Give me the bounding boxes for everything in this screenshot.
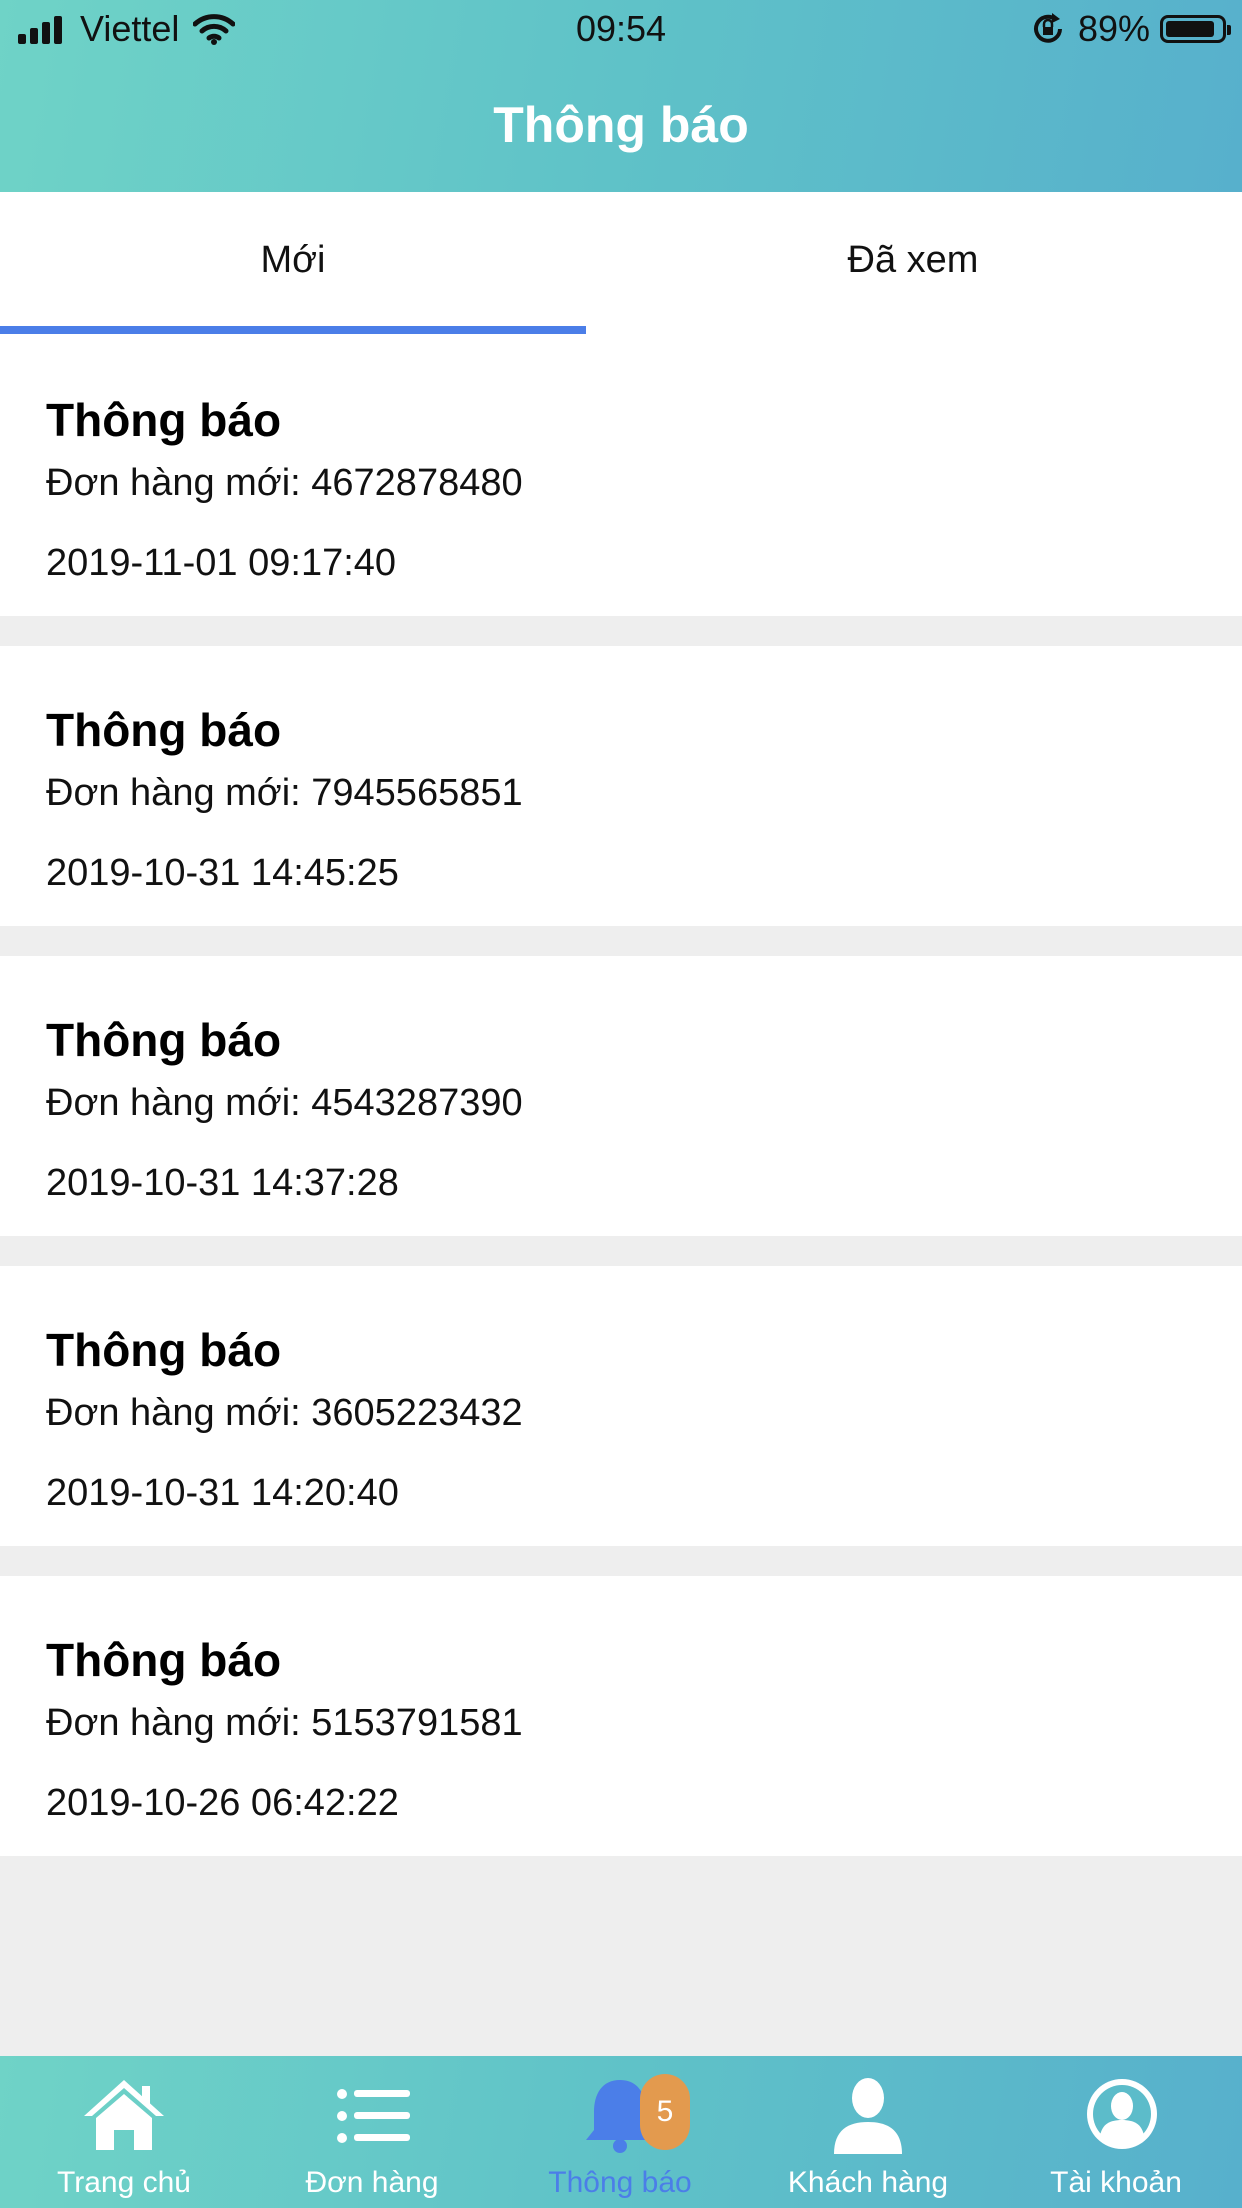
notification-time: 2019-11-01 09:17:40 <box>46 542 397 584</box>
app-header: Viettel 09:54 89% Thông báo <box>0 0 1242 192</box>
tab-bar-notifications[interactable]: Thông báo <box>496 2056 744 2208</box>
active-tab-indicator <box>0 326 586 334</box>
tab-bar-label: Thông báo <box>548 2166 692 2199</box>
notification-item[interactable]: Thông báo Đơn hàng mới: 7945565851 2019-… <box>0 646 1242 926</box>
notification-title: Thông báo <box>46 704 282 756</box>
notification-message: Đơn hàng mới: 4672878480 <box>46 462 523 504</box>
bottom-tab-bar: Trang chủ Đơn hàng Thông báo Khách hàng … <box>0 2056 1242 2208</box>
person-icon <box>834 2078 902 2154</box>
tab-bar-account[interactable]: Tài khoản <box>992 2056 1240 2208</box>
tab-new[interactable]: Mới <box>0 192 586 336</box>
notification-title: Thông báo <box>46 1324 282 1376</box>
notification-title: Thông báo <box>46 1634 282 1686</box>
status-bar: Viettel 09:54 89% <box>0 0 1242 60</box>
notification-message: Đơn hàng mới: 4543287390 <box>46 1082 523 1124</box>
account-icon <box>1087 2079 1157 2149</box>
page-title: Thông báo <box>493 97 749 153</box>
notification-title: Thông báo <box>46 394 282 446</box>
list-icon <box>337 2089 410 2143</box>
tab-seen[interactable]: Đã xem <box>620 192 1206 336</box>
notification-item[interactable]: Thông báo Đơn hàng mới: 3605223432 2019-… <box>0 1266 1242 1546</box>
bell-icon <box>586 2080 654 2153</box>
notification-count-badge: 5 <box>640 2074 690 2150</box>
notification-message: Đơn hàng mới: 7945565851 <box>46 772 523 814</box>
notification-item[interactable]: Thông báo Đơn hàng mới: 4672878480 2019-… <box>0 336 1242 616</box>
notification-message: Đơn hàng mới: 3605223432 <box>46 1392 523 1434</box>
tab-bar-home[interactable]: Trang chủ <box>0 2056 248 2208</box>
tab-bar-orders[interactable]: Đơn hàng <box>248 2056 496 2208</box>
tab-bar-label: Tài khoản <box>1050 2166 1182 2199</box>
notification-time: 2019-10-26 06:42:22 <box>46 1782 399 1824</box>
tab-bar-label: Khách hàng <box>787 2166 949 2199</box>
orientation-lock-icon <box>1034 13 1062 43</box>
notification-time: 2019-10-31 14:20:40 <box>46 1472 399 1514</box>
tab-strip: Mới Đã xem <box>0 192 1242 336</box>
notification-time: 2019-10-31 14:45:25 <box>46 852 399 894</box>
notification-time: 2019-10-31 14:37:28 <box>46 1162 399 1204</box>
battery-icon <box>1160 15 1231 43</box>
notification-item[interactable]: Thông báo Đơn hàng mới: 4543287390 2019-… <box>0 956 1242 1236</box>
tab-bar-label: Trang chủ <box>57 2166 191 2199</box>
notification-item[interactable]: Thông báo Đơn hàng mới: 5153791581 2019-… <box>0 1576 1242 1856</box>
tab-bar-customers[interactable]: Khách hàng <box>744 2056 992 2208</box>
notification-title: Thông báo <box>46 1014 282 1066</box>
tab-bar-label: Đơn hàng <box>305 2166 439 2199</box>
notification-message: Đơn hàng mới: 5153791581 <box>46 1702 523 1744</box>
home-icon <box>84 2080 164 2150</box>
battery-percent: 89% <box>1077 8 1150 49</box>
notification-list: Thông báo Đơn hàng mới: 4672878480 2019-… <box>0 336 1242 1886</box>
